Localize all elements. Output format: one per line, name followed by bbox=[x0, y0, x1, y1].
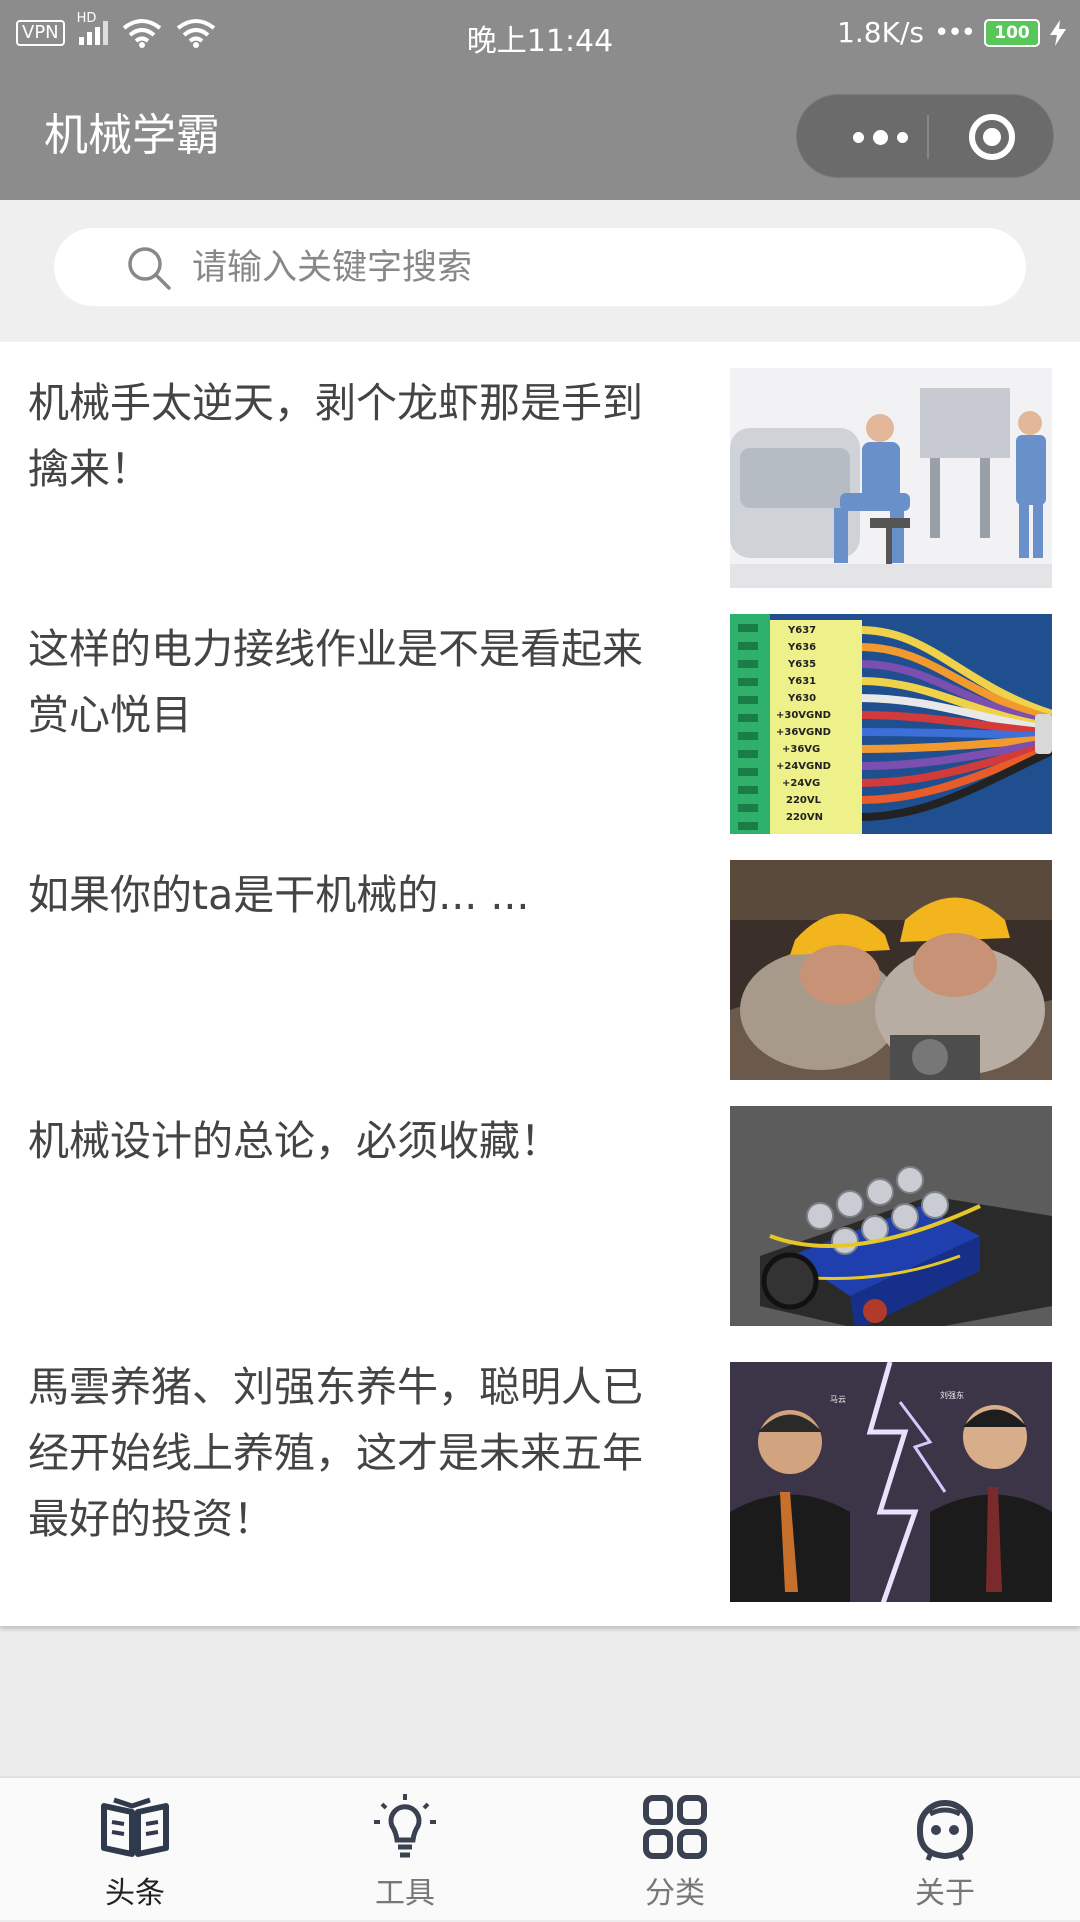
businessmen-lightning-image: 马云 刘强东 bbox=[730, 1361, 1052, 1602]
wire-label: Y637 bbox=[787, 625, 816, 636]
close-target-button[interactable] bbox=[969, 114, 1015, 160]
tab-label: 关于 bbox=[915, 1876, 975, 1911]
article-title: 馬雲养猪、刘强东养牛，聪明人已经开始线上养殖，这才是未来五年最好的投资！ bbox=[28, 1363, 643, 1543]
wire-label: +24VGND bbox=[776, 761, 831, 772]
wire-label: +30VGND bbox=[776, 710, 831, 721]
workers-hardhats-image bbox=[730, 860, 1052, 1090]
lightbulb-icon bbox=[374, 1794, 436, 1858]
tab-headlines[interactable]: 头条 bbox=[0, 1778, 270, 1922]
wire-label: Y636 bbox=[787, 642, 816, 653]
article-title: 机械设计的总论，必须收藏！ bbox=[28, 1117, 561, 1165]
wire-label: Y631 bbox=[787, 676, 816, 687]
tab-label: 头条 bbox=[105, 1876, 165, 1911]
book-icon bbox=[101, 1797, 169, 1857]
mini-program-capsule bbox=[796, 94, 1054, 178]
article-card[interactable]: 如果你的ta是干机械的... ... bbox=[0, 834, 1080, 1118]
more-menu-button[interactable] bbox=[825, 95, 935, 179]
network-speed: 1.8K/s bbox=[837, 16, 924, 49]
tab-categories[interactable]: 分类 bbox=[540, 1778, 810, 1922]
wire-label: Y635 bbox=[787, 659, 816, 670]
dot-icon bbox=[896, 131, 908, 143]
article-title: 如果你的ta是干机械的... ... bbox=[28, 871, 530, 919]
article-card[interactable]: 这样的电力接线作业是不是看起来赏心悦目 Y637 Y636 Y635 Y631 … bbox=[0, 588, 1080, 872]
name-label: 马云 bbox=[830, 1395, 846, 1404]
article-thumbnail bbox=[730, 1106, 1052, 1336]
search-box[interactable] bbox=[54, 228, 1026, 308]
wire-label: +36VGND bbox=[776, 727, 831, 738]
tab-label: 工具 bbox=[375, 1876, 435, 1911]
surgical-robot-image bbox=[730, 368, 1052, 598]
article-card[interactable]: 机械设计的总论，必须收藏！ bbox=[0, 1080, 1080, 1364]
status-bar: VPN HD 晚上11:44 1.8K/s ••• 100 bbox=[0, 0, 1080, 74]
article-card[interactable]: 馬雲养猪、刘强东养牛，聪明人已经开始线上养殖，这才是未来五年最好的投资！ 马云 … bbox=[0, 1326, 1080, 1626]
top-header: VPN HD 晚上11:44 1.8K/s ••• 100 机械学霸 bbox=[0, 0, 1080, 200]
wire-label: 220VN bbox=[786, 812, 823, 823]
search-area bbox=[0, 200, 1080, 342]
smiley-face-icon bbox=[917, 1800, 973, 1861]
article-card[interactable]: 机械手太逆天，剥个龙虾那是手到擒来！ bbox=[0, 342, 1080, 626]
article-title: 机械手太逆天，剥个龙虾那是手到擒来！ bbox=[28, 379, 643, 493]
engine-render-image bbox=[730, 1106, 1052, 1336]
wire-label: +24VG bbox=[782, 778, 820, 789]
article-thumbnail bbox=[730, 368, 1052, 598]
article-list: 机械手太逆天，剥个龙虾那是手到擒来！ 这样的电力接线作业是不是看起来赏心悦目 Y… bbox=[0, 342, 1080, 1776]
wire-label: 220VL bbox=[786, 795, 822, 806]
tab-label: 分类 bbox=[645, 1876, 705, 1911]
article-thumbnail: Y637 Y636 Y635 Y631 Y630 +30VGND +36VGND… bbox=[730, 614, 1052, 844]
article-thumbnail bbox=[730, 860, 1052, 1090]
page-title: 机械学霸 bbox=[44, 110, 220, 161]
status-right: 1.8K/s ••• 100 bbox=[837, 16, 1066, 49]
dot-icon bbox=[872, 129, 888, 145]
more-dots-icon: ••• bbox=[933, 17, 976, 48]
search-icon bbox=[128, 247, 171, 290]
wire-label: +36VG bbox=[782, 744, 820, 755]
grid-icon bbox=[643, 1795, 707, 1859]
tab-about[interactable]: 关于 bbox=[810, 1778, 1080, 1922]
bottom-tab-bar: 头条 工具 分类 关于 bbox=[0, 1776, 1080, 1920]
wire-label: Y630 bbox=[787, 693, 816, 704]
dot-icon bbox=[852, 131, 864, 143]
article-title: 这样的电力接线作业是不是看起来赏心悦目 bbox=[28, 625, 643, 739]
battery-indicator: 100 bbox=[984, 18, 1040, 47]
wiring-terminal-image: Y637 Y636 Y635 Y631 Y630 +30VGND +36VGND… bbox=[730, 614, 1052, 844]
article-thumbnail: 马云 刘强东 bbox=[730, 1352, 1052, 1602]
search-input[interactable] bbox=[190, 228, 984, 308]
capsule-divider bbox=[927, 115, 929, 159]
tab-tools[interactable]: 工具 bbox=[270, 1778, 540, 1922]
charging-bolt-icon bbox=[1050, 19, 1066, 46]
name-label: 刘强东 bbox=[940, 1390, 964, 1400]
